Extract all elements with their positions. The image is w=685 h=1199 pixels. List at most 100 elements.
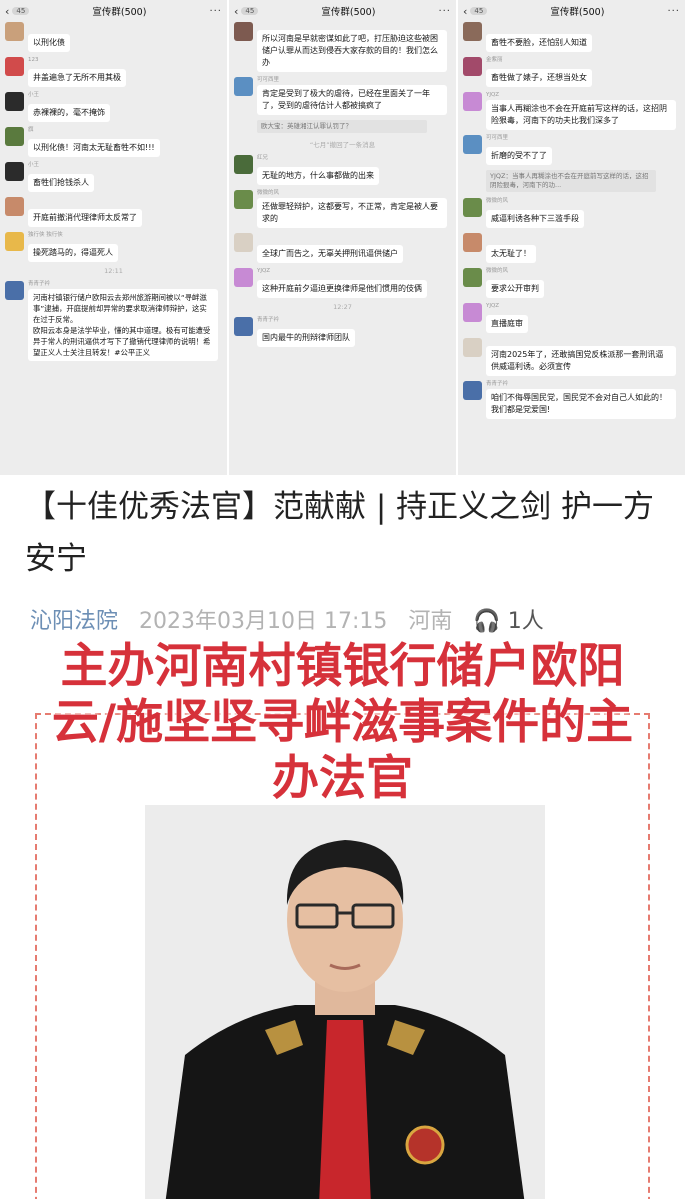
message-bubble[interactable]: 开庭前撤消代理律师太反常了 (28, 209, 142, 227)
back-arrow-icon[interactable]: ‹ (5, 5, 9, 18)
message-list: 以刑化债 123 井盖遍急了无所不用其极 小王 赤裸裸的，毫不掩饰旗以刑化债！河南太无耻… (0, 22, 227, 262)
recall-notice: “七月”撤回了一条消息 (309, 141, 376, 149)
message-bubble[interactable]: 威逼利诱各种下三滥手段 (486, 210, 584, 228)
avatar[interactable] (5, 57, 24, 76)
avatar[interactable] (234, 22, 253, 41)
message-bubble[interactable]: 无耻的地方，什么事都做的出来 (257, 167, 379, 185)
avatar[interactable] (234, 190, 253, 209)
article-source[interactable]: 沁阳法院 (30, 609, 118, 634)
message-bubble[interactable]: 这种开庭前夕逼迫更换律师是他们惯用的伎俩 (257, 280, 427, 298)
avatar[interactable] (234, 268, 253, 287)
message-bubble[interactable]: 全球广而告之，无辜关押刑讯逼供储户 (257, 245, 403, 263)
message-row: 独行侠 独行侠 操死踏马的，得逼死人 (5, 232, 227, 262)
message-bubble[interactable]: 咱们不侮辱国民党，国民党不会对自己人如此的！我们都是党爱国! (486, 389, 676, 419)
message-row: 太无耻了！ (463, 233, 685, 263)
sender-name: 可可西里 (486, 135, 509, 141)
sender-name (28, 22, 70, 29)
message-row: 微微的风 还做罪轻辩护，这都要写，不正常，肯定是被人要求的 (234, 190, 456, 228)
avatar[interactable] (5, 92, 24, 111)
avatar[interactable] (5, 232, 24, 251)
message-row: 所以河南是早就密谋如此了吧，打压胁迫这些被困储户认罪从而达到侵吞大家存款的目的！… (234, 22, 456, 72)
more-icon[interactable]: ··· (438, 6, 451, 17)
quoted-reply[interactable]: 欧大宝：英雄湘江认罪认罚了？ (257, 120, 427, 133)
message-bubble[interactable]: 河南2025年了，还敢搞国党反株派那一套刑讯逼供威逼利诱。必须宣传 (486, 346, 676, 376)
message-bubble[interactable]: 畜牲做了婊子，还想当处女 (486, 69, 592, 87)
chat-panel-1: ‹ 45 宣传群(500) ··· 以刑化债 123 井盖遍急了无所不用其极 小王 赤裸… (0, 0, 227, 475)
message-row: 以刑化债 (5, 22, 227, 52)
message-row: 开庭前撤消代理律师太反常了 (5, 197, 227, 227)
article-region: 河南 (408, 609, 453, 634)
group-title: 宣传群(500) (321, 7, 376, 18)
more-icon[interactable]: ··· (667, 6, 680, 17)
avatar[interactable] (463, 233, 482, 252)
avatar[interactable] (234, 77, 253, 96)
message-bubble[interactable]: 以刑化债！河南太无耻畜牲不如!!! (28, 139, 160, 157)
chat-panel-3: ‹ 45 宣传群(500) ··· 畜牲不要脸，还怕别人知道 金紫丽 畜牲做了婊子，… (458, 0, 685, 475)
avatar[interactable] (463, 135, 482, 154)
sender-name: 金紫丽 (486, 57, 503, 63)
message-bubble[interactable]: 国内最牛的刑辩律师团队 (257, 329, 355, 347)
message-row: 畜牲不要脸，还怕别人知道 (463, 22, 685, 52)
message-bubble[interactable]: 畜牲们抢钱杀人 (28, 174, 94, 192)
sender-name: 微微的风 (486, 198, 509, 204)
back-arrow-icon[interactable]: ‹ (463, 5, 467, 18)
sender-name (28, 197, 142, 204)
message-bubble[interactable]: 折磨的受不了了 (486, 147, 552, 165)
avatar[interactable] (5, 22, 24, 41)
avatar[interactable] (234, 317, 253, 336)
message-bubble[interactable]: 太无耻了！ (486, 245, 536, 263)
article-title: 【十佳优秀法官】范献献 | 持正义之剑 护一方安宁 (25, 489, 655, 577)
message-bubble[interactable]: 所以河南是早就密谋如此了吧，打压胁迫这些被困储户认罪从而达到侵吞大家存款的目的！… (257, 30, 447, 72)
sender-name: 红兄 (257, 155, 269, 161)
message-bubble[interactable]: 要求公开审判 (486, 280, 544, 298)
message-row: 微微的风 要求公开审判 (463, 268, 685, 298)
article-meta: 沁阳法院 2023年03月10日 17:15 河南 🎧 1人 (30, 603, 544, 635)
message-row: YJQZ 这种开庭前夕逼迫更换律师是他们惯用的伎俩 (234, 268, 456, 298)
sender-name (257, 233, 403, 240)
avatar[interactable] (463, 303, 482, 322)
chat-header: ‹ 45 宣传群(500) ··· (0, 0, 227, 22)
sender-name: 青青子衿 (28, 281, 51, 287)
sender-name: 青青子衿 (257, 317, 280, 323)
sender-name: 小王 (28, 162, 40, 168)
avatar[interactable] (5, 281, 24, 300)
avatar[interactable] (463, 22, 482, 41)
chat-panel-2: ‹ 45 宣传群(500) ··· 所以河南是早就密谋如此了吧，打压胁迫这些被困… (229, 0, 456, 475)
overlay-caption: 主办河南村镇银行储户欧阳云/施坚坚寻衅滋事案件的主办法官 (51, 639, 634, 806)
message-list: 所以河南是早就密谋如此了吧，打压胁迫这些被困储户认罪从而达到侵吞大家存款的目的！… (229, 22, 456, 115)
message-list: 红兄无耻的地方，什么事都做的出来微微的风 还做罪轻辩护，这都要写，不正常，肯定是被… (229, 155, 456, 298)
avatar[interactable] (463, 338, 482, 357)
message-bubble[interactable]: 井盖遍急了无所不用其极 (28, 69, 126, 87)
avatar[interactable] (5, 162, 24, 181)
message-bubble[interactable]: 肯定是受到了极大的虐待，已经在里面关了一年了，受到的虐待估计人都被搞疯了 (257, 85, 447, 115)
message-bubble[interactable]: 当事人再糊涂也不会在开庭前写这样的话，这招阴险狠毒，河南下的功夫比我们深多了 (486, 100, 676, 130)
avatar[interactable] (5, 127, 24, 146)
more-icon[interactable]: ··· (209, 6, 222, 17)
back-arrow-icon[interactable]: ‹ (234, 5, 238, 18)
portrait-photo (145, 805, 545, 1199)
message-bubble[interactable]: 直播庭审 (486, 315, 528, 333)
message-bubble[interactable]: 操死踏马的，得逼死人 (28, 244, 118, 262)
headphone-icon[interactable]: 🎧 (473, 609, 500, 634)
article-datetime: 2023年03月10日 17:15 (139, 609, 388, 634)
avatar[interactable] (463, 268, 482, 287)
message-row: YJQZ 当事人再糊涂也不会在开庭前写这样的话，这招阴险狠毒，河南下的功夫比我们深… (463, 92, 685, 130)
message-row: 旗以刑化债！河南太无耻畜牲不如!!! (5, 127, 227, 157)
message-row: 青青子衿 河南村镇银行储户欧阳云去郑州旅游期间被以“寻衅滋事”逮捕，开庭提前却异… (5, 281, 227, 361)
message-bubble[interactable]: 赤裸裸的，毫不掩饰 (28, 104, 110, 122)
message-bubble[interactable]: 还做罪轻辩护，这都要写，不正常，肯定是被人要求的 (257, 198, 447, 228)
message-bubble[interactable]: 以刑化债 (28, 34, 70, 52)
message-row: 小王 赤裸裸的，毫不掩饰 (5, 92, 227, 122)
avatar[interactable] (463, 198, 482, 217)
quoted-reply[interactable]: YJQZ：当事人再糊涂也不会在开庭前写这样的话，这招阴险狠毒，河南下的功... (486, 170, 656, 192)
avatar[interactable] (234, 155, 253, 174)
message-row: 微微的风威逼利诱各种下三滥手段 (463, 198, 685, 228)
message-bubble[interactable]: 畜牲不要脸，还怕别人知道 (486, 34, 592, 52)
avatar[interactable] (463, 381, 482, 400)
avatar[interactable] (234, 233, 253, 252)
sender-name: YJQZ (486, 92, 500, 98)
avatar[interactable] (5, 197, 24, 216)
avatar[interactable] (463, 92, 482, 111)
message-bubble[interactable]: 河南村镇银行储户欧阳云去郑州旅游期间被以“寻衅滋事”逮捕，开庭提前却异常的要求取… (28, 289, 218, 361)
avatar[interactable] (463, 57, 482, 76)
